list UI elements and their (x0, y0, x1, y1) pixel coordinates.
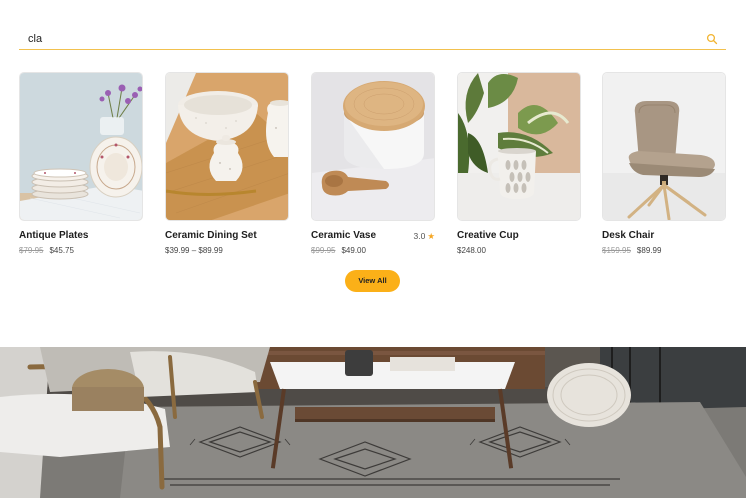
hero-banner-image (0, 347, 746, 498)
product-sale-price: $248.00 (457, 246, 486, 255)
search-bar (19, 28, 726, 50)
search-input[interactable] (28, 31, 668, 47)
star-icon: ★ (427, 231, 435, 241)
product-card[interactable]: Creative Cup $248.00 (457, 72, 581, 255)
product-sale-price: $49.00 (341, 246, 366, 255)
product-card[interactable]: Desk Chair $159.95 $89.99 (602, 72, 726, 255)
product-image-ceramic-vase[interactable] (311, 72, 435, 221)
product-image-creative-cup[interactable] (457, 72, 581, 221)
product-image-desk-chair[interactable] (602, 72, 726, 221)
product-name[interactable]: Ceramic Vase (311, 230, 376, 241)
product-image-ceramic-dining-set[interactable] (165, 72, 289, 221)
product-sale-price: $89.99 (636, 246, 662, 255)
product-name[interactable]: Desk Chair (602, 230, 654, 241)
view-all-button[interactable]: View All (345, 270, 400, 292)
product-old-price: $99.95 (311, 246, 336, 255)
search-icon[interactable] (706, 33, 718, 45)
product-price: $99.95 $49.00 (311, 246, 366, 255)
product-old-price: $159.95 (602, 246, 631, 255)
product-price: $79.95 $45.75 (19, 246, 74, 255)
product-card[interactable]: Ceramic Vase 3.0 ★ $99.95 $49.00 (311, 72, 435, 255)
product-price: $39.99 – $89.99 (165, 246, 223, 255)
product-grid: Antique Plates $79.95 $45.75 Ceramic Din… (19, 72, 726, 262)
product-sale-price: $39.99 – $89.99 (165, 246, 223, 255)
product-price: $159.95 $89.99 (602, 246, 661, 255)
product-card[interactable]: Antique Plates $79.95 $45.75 (19, 72, 143, 255)
product-old-price: $79.95 (19, 246, 44, 255)
product-price: $248.00 (457, 246, 486, 255)
rating-value: 3.0 (413, 231, 426, 241)
product-sale-price: $45.75 (49, 246, 74, 255)
product-card[interactable]: Ceramic Dining Set $39.99 – $89.99 (165, 72, 289, 255)
product-image-antique-plates[interactable] (19, 72, 143, 221)
product-rating: 3.0 ★ (414, 231, 435, 242)
product-name[interactable]: Ceramic Dining Set (165, 230, 257, 241)
product-name[interactable]: Creative Cup (457, 230, 519, 241)
product-name[interactable]: Antique Plates (19, 230, 88, 241)
